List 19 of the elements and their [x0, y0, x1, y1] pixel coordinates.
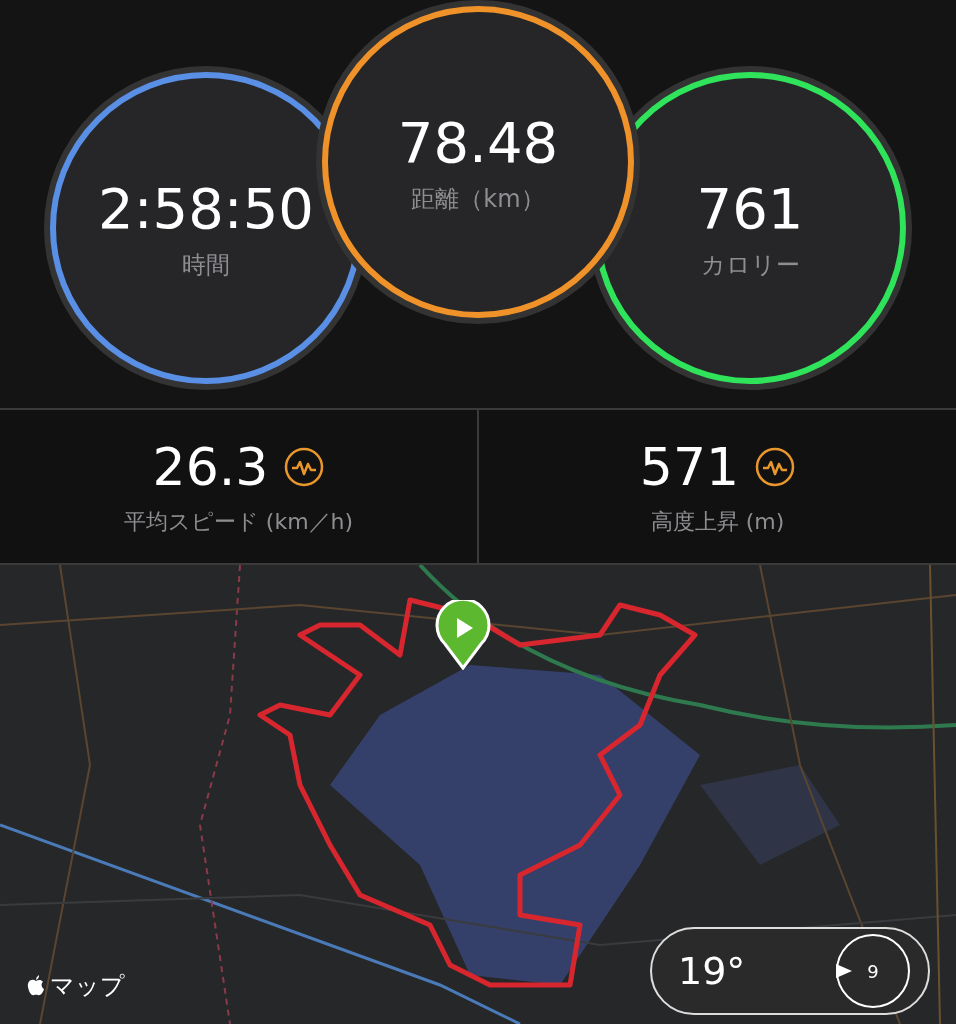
wave-icon[interactable]: [755, 446, 796, 487]
metric-value: 761: [696, 175, 804, 241]
weather-widget[interactable]: 19° 9: [650, 927, 930, 1015]
metric-label: 時間: [182, 249, 230, 281]
apple-icon: [26, 975, 46, 997]
map-attribution: マップ: [50, 971, 125, 1002]
temperature-text: 19°: [678, 949, 746, 993]
wind-speed: 9: [867, 960, 879, 982]
wind-arrow-icon: [836, 964, 852, 978]
metric-value: 2:58:50: [98, 175, 314, 241]
stat-value: 26.3: [152, 436, 269, 497]
metric-label: カロリー: [700, 249, 800, 281]
stat-label: 平均スピード (km／h): [123, 507, 354, 536]
metric-label: 距離（km）: [411, 183, 545, 215]
metric-value: 78.48: [397, 109, 559, 175]
start-pin-icon[interactable]: [433, 600, 493, 670]
stat-value: 571: [639, 436, 740, 497]
wave-icon[interactable]: [284, 446, 325, 487]
stat-label: 高度上昇 (m): [650, 507, 785, 536]
